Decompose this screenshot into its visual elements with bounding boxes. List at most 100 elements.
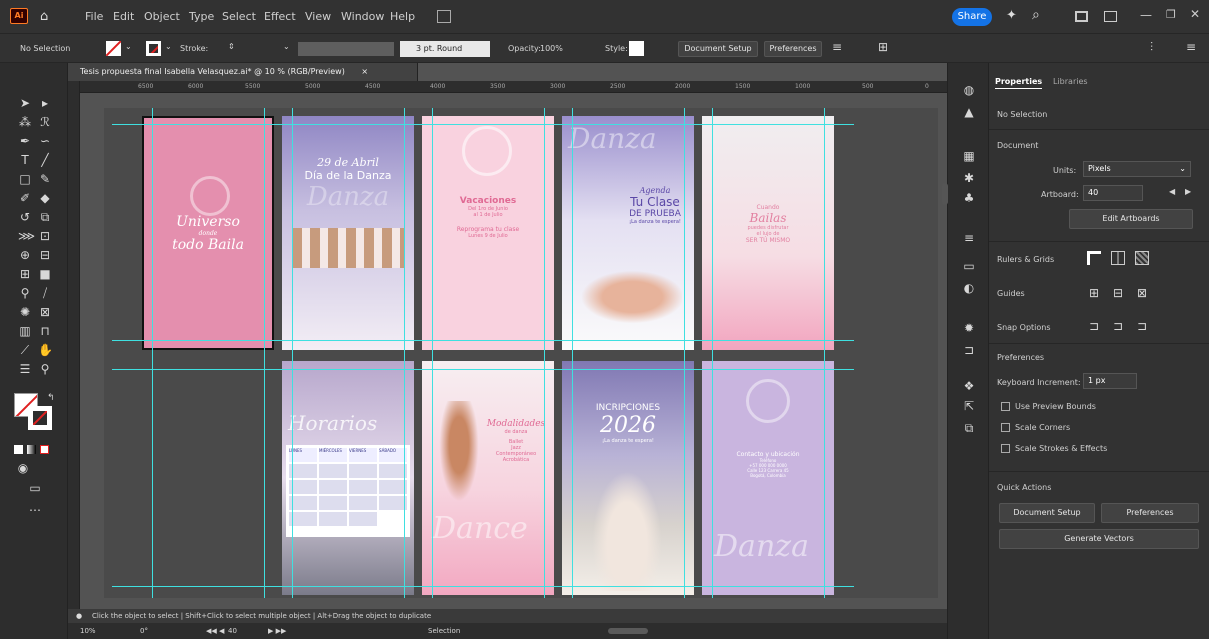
guide-line[interactable] bbox=[404, 108, 405, 598]
edit-artboards-button[interactable]: Edit Artboards bbox=[1069, 209, 1193, 229]
artboard-nav-next-icon[interactable]: ▶ ▶▶ bbox=[268, 623, 286, 639]
menu-file[interactable]: File bbox=[85, 10, 103, 23]
artboard-2[interactable]: 29 de Abril Día de la Danza Danza bbox=[282, 116, 414, 350]
libraries-dock-icon[interactable]: ▦ bbox=[962, 149, 976, 163]
snap-grid-icon[interactable]: ⊐ bbox=[1111, 319, 1125, 333]
guide-line[interactable] bbox=[824, 108, 825, 598]
opacity-value[interactable]: 100% bbox=[540, 44, 563, 53]
perspective-grid-icon[interactable]: ⊟ bbox=[38, 248, 52, 262]
column-graph-icon[interactable]: ⊠ bbox=[38, 305, 52, 319]
swap-icon[interactable]: ↰ bbox=[47, 393, 55, 403]
guide-line[interactable] bbox=[264, 108, 265, 598]
discover-icon[interactable]: ✦ bbox=[1006, 8, 1017, 23]
stroke-color-icon[interactable] bbox=[28, 406, 52, 430]
mesh-tool-icon[interactable]: ⊞ bbox=[18, 267, 32, 281]
artboard-4[interactable]: Danza Agenda Tu Clase DE PRUEBA ¡La danz… bbox=[562, 116, 694, 350]
preferences-button[interactable]: Preferences bbox=[764, 41, 822, 57]
document-tab[interactable]: Tesis propuesta final Isabella Velasquez… bbox=[68, 63, 418, 81]
layers-dock-icon[interactable]: ◍ bbox=[962, 83, 976, 97]
search-icon[interactable]: ⌕ bbox=[1032, 7, 1040, 23]
close-window-icon[interactable]: ✕ bbox=[1190, 7, 1200, 21]
units-select[interactable]: Pixels ⌄ bbox=[1083, 161, 1191, 177]
chevron-down-icon[interactable]: ⌄ bbox=[125, 42, 132, 51]
guide-line[interactable] bbox=[684, 108, 685, 598]
gradient-dock-icon[interactable]: ⊐ bbox=[962, 343, 976, 357]
artboards-dock-icon[interactable]: ⧉ bbox=[962, 421, 976, 435]
guide-line[interactable] bbox=[112, 124, 854, 125]
stroke-swatch[interactable] bbox=[146, 41, 161, 56]
export-dock-icon[interactable]: ⇱ bbox=[962, 399, 976, 413]
artboard-5[interactable]: Cuando Bailas puedes disfrutar el lujo d… bbox=[702, 116, 834, 350]
artboard-3[interactable]: Vacaciones Del 1ro de Junio al 1 de Juli… bbox=[422, 116, 554, 350]
drawing-mode-icon[interactable]: ◉ bbox=[16, 461, 30, 475]
paintbrush-tool-icon[interactable]: ✎ bbox=[38, 172, 52, 186]
rulers-toggle-icon[interactable] bbox=[1087, 251, 1101, 265]
smart-guides-icon[interactable]: ⊠ bbox=[1135, 286, 1149, 300]
guide-line[interactable] bbox=[112, 586, 854, 587]
quick-preferences-button[interactable]: Preferences bbox=[1101, 503, 1199, 523]
eraser-tool-icon[interactable]: ◆ bbox=[38, 191, 52, 205]
artboard-1[interactable]: Universo donde todo Baila bbox=[142, 116, 274, 350]
keyboard-increment-field[interactable]: 1 px bbox=[1083, 373, 1137, 389]
menu-view[interactable]: View bbox=[305, 10, 331, 23]
restore-icon[interactable]: ❐ bbox=[1166, 8, 1176, 21]
snap-point-icon[interactable]: ⊐ bbox=[1087, 319, 1101, 333]
width-tool-icon[interactable]: ⋙ bbox=[18, 229, 35, 243]
guide-line[interactable] bbox=[432, 108, 433, 598]
chevron-down-icon[interactable]: ⌄ bbox=[283, 42, 290, 51]
appearance-dock-icon[interactable]: ▲ bbox=[962, 105, 976, 119]
none-mode-icon[interactable] bbox=[40, 445, 49, 454]
panel-toggle-icon[interactable]: ⫶ bbox=[1150, 40, 1153, 55]
show-guides-icon[interactable]: ⊞ bbox=[1087, 286, 1101, 300]
symbol-sprayer-icon[interactable]: ✺ bbox=[18, 305, 32, 319]
menu-type[interactable]: Type bbox=[189, 10, 214, 23]
arrange-icon[interactable] bbox=[1104, 11, 1117, 22]
scale-strokes-checkbox[interactable] bbox=[1001, 444, 1010, 453]
artboard-number-field[interactable]: 40 bbox=[228, 623, 237, 639]
rotation-select[interactable]: 0° bbox=[140, 623, 148, 639]
style-swatch[interactable] bbox=[629, 41, 644, 56]
gradient-tool-icon[interactable]: ■ bbox=[38, 267, 52, 281]
menu-select[interactable]: Select bbox=[222, 10, 256, 23]
use-preview-bounds-checkbox[interactable] bbox=[1001, 402, 1010, 411]
line-tool-icon[interactable]: ╱ bbox=[38, 153, 52, 167]
curvature-tool-icon[interactable]: ∽ bbox=[38, 134, 52, 148]
tab-properties[interactable]: Properties bbox=[995, 77, 1043, 89]
symbols-dock-icon[interactable]: ♣ bbox=[962, 191, 976, 205]
guide-line[interactable] bbox=[544, 108, 545, 598]
artboard-8[interactable]: INCRIPCIONES 2026 ¡La danza te espera! bbox=[562, 361, 694, 595]
lasso-icon[interactable]: ℛ bbox=[38, 115, 52, 129]
scale-corners-checkbox[interactable] bbox=[1001, 423, 1010, 432]
menu-help[interactable]: Help bbox=[390, 10, 415, 23]
swatches-dock-icon[interactable]: ✹ bbox=[962, 321, 976, 335]
guide-line[interactable] bbox=[112, 369, 854, 370]
shaper-tool-icon[interactable]: ✐ bbox=[18, 191, 32, 205]
align-dock-icon[interactable]: ≡ bbox=[962, 231, 976, 245]
minimize-icon[interactable]: — bbox=[1140, 8, 1152, 22]
fill-swatch[interactable] bbox=[106, 41, 121, 56]
snap-pixel-icon[interactable]: ⊐ bbox=[1135, 319, 1149, 333]
artboard-field[interactable]: 40 bbox=[1083, 185, 1143, 201]
rotate-tool-icon[interactable]: ↺ bbox=[18, 210, 32, 224]
close-tab-icon[interactable]: × bbox=[361, 67, 368, 76]
slice-tool-icon[interactable]: ⟋ bbox=[18, 343, 32, 357]
document-setup-button[interactable]: Document Setup bbox=[678, 41, 758, 57]
guide-line[interactable] bbox=[292, 108, 293, 598]
graph-tool-icon[interactable]: ▥ bbox=[18, 324, 32, 338]
screen-mode-icon[interactable]: ▭ bbox=[28, 481, 42, 495]
transform-icon[interactable]: ⊞ bbox=[878, 40, 888, 54]
guide-line[interactable] bbox=[712, 108, 713, 598]
align-icon[interactable]: ≡ bbox=[832, 40, 842, 54]
artboard-tool-icon[interactable]: ⊓ bbox=[38, 324, 52, 338]
scale-tool-icon[interactable]: ⧉ bbox=[38, 210, 52, 224]
gradient-mode-icon[interactable] bbox=[27, 445, 36, 454]
share-button[interactable]: Share bbox=[952, 8, 992, 26]
tab-libraries[interactable]: Libraries bbox=[1053, 77, 1088, 86]
magic-wand-icon[interactable]: ⁂ bbox=[18, 115, 32, 129]
pen-tool-icon[interactable]: ✒ bbox=[18, 134, 32, 148]
artboard-nav-icon[interactable]: ◀◀ ◀ bbox=[206, 623, 224, 639]
more-tools-icon[interactable]: ⋯ bbox=[28, 503, 42, 517]
quick-document-setup-button[interactable]: Document Setup bbox=[999, 503, 1095, 523]
guide-line[interactable] bbox=[152, 108, 153, 598]
zoom-tool-icon[interactable]: ⚲ bbox=[38, 362, 52, 376]
